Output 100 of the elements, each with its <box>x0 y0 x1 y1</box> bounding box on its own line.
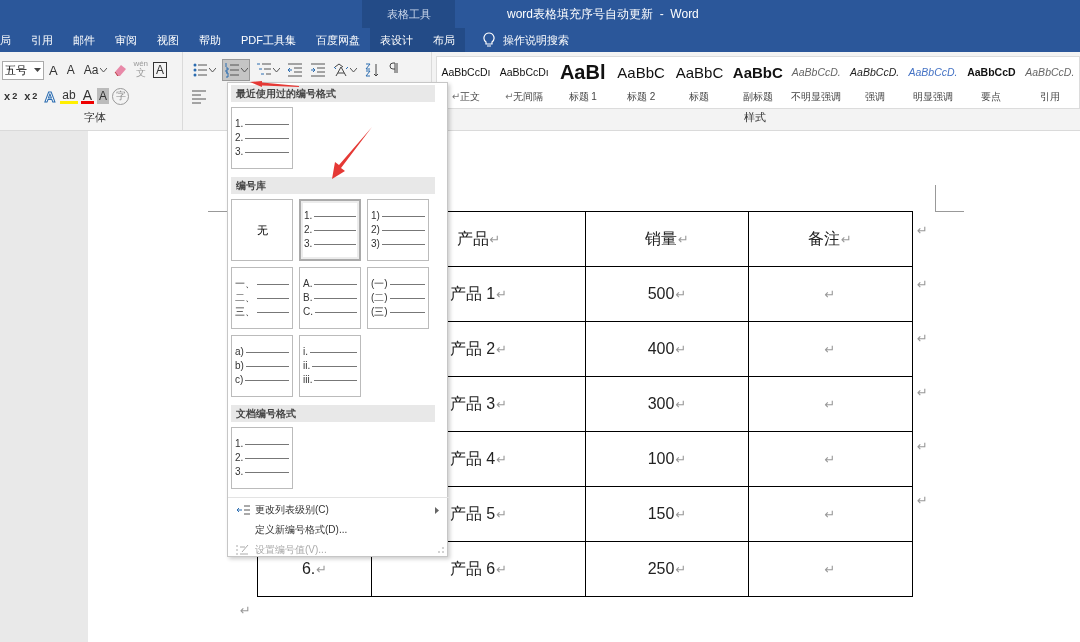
numbering-format-tile[interactable]: 1. 2. 3. <box>299 199 361 261</box>
caret-icon <box>273 68 281 72</box>
row-end-mark: ↵ <box>917 493 928 508</box>
menu-item[interactable]: 定义新编号格式(D)... <box>231 520 441 540</box>
row-end-mark: ↵ <box>917 331 928 346</box>
table-cell-text: ↵ <box>824 451 836 468</box>
asian-layout-icon <box>333 62 350 78</box>
table-cell: 300↵ <box>647 395 687 413</box>
style-option[interactable]: AaBbCcD 要点 <box>962 57 1021 108</box>
outdent-button[interactable] <box>286 60 305 80</box>
table-cell-text: 产品 2↵ <box>449 338 508 359</box>
row-end-mark: ↵ <box>917 277 928 292</box>
style-option[interactable]: AaBbCcD. 明显强调 <box>903 57 963 108</box>
ribbon-tab[interactable]: 视图 <box>147 28 189 52</box>
table-cell-text: ↵ <box>824 396 836 413</box>
style-option[interactable]: AaBl 标题 1 <box>553 57 612 108</box>
table-cell: 500↵ <box>647 285 687 303</box>
style-option[interactable]: AaBbC 副标题 <box>728 57 788 108</box>
align-left-icon[interactable] <box>191 88 208 104</box>
table-cell-text: ↵ <box>824 341 836 358</box>
context-label: 表格工具 <box>386 6 431 22</box>
style-option[interactable]: AaBbCcDı ↵正文 <box>436 57 496 108</box>
section-header: 文档编号格式 <box>231 405 435 422</box>
numbering-button[interactable] <box>222 59 251 81</box>
sort-icon <box>364 62 381 78</box>
caret-icon <box>100 68 108 72</box>
ribbon-tab[interactable]: 表设计 <box>370 28 423 52</box>
multilevel-list-icon <box>256 62 273 78</box>
numbering-format-tile[interactable]: 1. 2. 3. <box>231 107 293 169</box>
table-cell: 250↵ <box>647 560 687 578</box>
resize-grip-icon <box>438 547 444 553</box>
numbering-value-icon <box>236 543 250 557</box>
group-label: 样式 <box>743 111 766 123</box>
submenu-arrow-icon <box>435 506 439 514</box>
style-option[interactable]: AaBbC 标题 2 <box>611 57 671 108</box>
style-option[interactable]: AaBbCcD. 不明显强调 <box>787 57 846 108</box>
numbering-format-tile[interactable]: a) b) c) <box>231 335 293 397</box>
ribbon-tab[interactable]: 帮助 <box>189 28 231 52</box>
ribbon-tab[interactable]: 引用 <box>21 28 63 52</box>
group-label: 字体 <box>84 111 106 123</box>
table-cell-text: ↵ <box>824 561 836 578</box>
menu-item[interactable]: 更改列表级别(C) <box>231 500 441 520</box>
numbered-list-icon <box>224 62 241 78</box>
style-option[interactable]: AaBbCcDı ↵无间隔 <box>495 57 554 108</box>
numbering-format-tile[interactable]: 无 <box>231 199 293 261</box>
increase-indent-icon <box>310 62 327 78</box>
numbering-format-tile[interactable]: A. B. C. <box>299 267 361 329</box>
ribbon-tab[interactable]: 百度网盘 <box>306 28 370 52</box>
section-header: 编号库 <box>231 177 435 194</box>
caret-icon <box>209 68 217 72</box>
decrease-indent-icon <box>287 62 304 78</box>
paragraph-mark: ↵ <box>240 603 251 618</box>
row-end-mark: ↵ <box>917 385 928 400</box>
font-size-field[interactable]: 五号 <box>2 60 44 80</box>
numbering-format-tile[interactable]: 1. 2. 3. <box>231 427 293 489</box>
tell-me-search[interactable]: 操作说明搜索 <box>477 28 575 52</box>
table-cell-text: 产品 1↵ <box>449 283 508 304</box>
highlight-button[interactable]: ab <box>60 88 78 104</box>
row-end-mark: ↵ <box>917 223 928 238</box>
table-cell-text: 产品 5↵ <box>449 503 508 524</box>
numbering-format-tile[interactable]: 1) 2) 3) <box>367 199 429 261</box>
bullet-list-icon <box>192 62 209 78</box>
caret-icon <box>350 68 358 72</box>
ribbon-tab[interactable]: 局 <box>0 28 21 52</box>
table-cell-text: 产品 4↵ <box>449 448 508 469</box>
annotation-arrow <box>250 81 300 87</box>
style-option[interactable]: AaBbCcD. 强调 <box>845 57 904 108</box>
table-cell-text: 备注↵ <box>808 228 852 249</box>
character-shading-button[interactable]: A <box>97 88 109 104</box>
margin-corner-mark <box>935 185 964 212</box>
change-case-button[interactable]: Aa <box>81 60 110 80</box>
table-cell-text: 产品↵ <box>456 228 501 249</box>
table-cell: 400↵ <box>647 340 687 358</box>
caret-icon <box>241 68 249 72</box>
numbering-format-tile[interactable]: i. ii. iii. <box>299 335 361 397</box>
table-cell-text: 产品 6↵ <box>449 558 508 579</box>
style-option[interactable]: AaBbC 标题 <box>670 57 729 108</box>
font-color-button[interactable]: A <box>80 88 94 104</box>
lightbulb-icon <box>483 32 495 48</box>
numbering-format-tile[interactable]: 一、 二、 三、 <box>231 267 293 329</box>
ribbon-tab[interactable]: 布局 <box>423 28 465 52</box>
ribbon-tab[interactable]: PDF工具集 <box>231 28 306 52</box>
ribbon-tab[interactable]: 邮件 <box>63 28 105 52</box>
table-cell: 150↵ <box>647 505 687 523</box>
ribbon-tab[interactable]: 审阅 <box>105 28 147 52</box>
window-title: word表格填充序号自动更新 - Word <box>507 5 699 23</box>
list-level-icon <box>236 505 250 515</box>
numbering-format-tile[interactable]: (一) (二) (三) <box>367 267 429 329</box>
table-cell: 6.↵ <box>301 560 328 578</box>
table-cell-text: ↵ <box>824 286 836 303</box>
eraser-icon[interactable] <box>112 62 129 78</box>
table-cell: 100↵ <box>647 450 687 468</box>
indent-button[interactable] <box>309 60 328 80</box>
table-cell-text: ↵ <box>824 506 836 523</box>
table-cell-text: 销量↵ <box>645 228 689 249</box>
character-border-button[interactable]: A <box>153 62 168 78</box>
grow-font-button[interactable]: A <box>47 60 62 80</box>
row-end-mark: ↵ <box>917 439 928 454</box>
style-option[interactable]: AaBbCcD. 引用 <box>1020 57 1079 108</box>
shrink-font-button[interactable]: A <box>64 60 79 80</box>
